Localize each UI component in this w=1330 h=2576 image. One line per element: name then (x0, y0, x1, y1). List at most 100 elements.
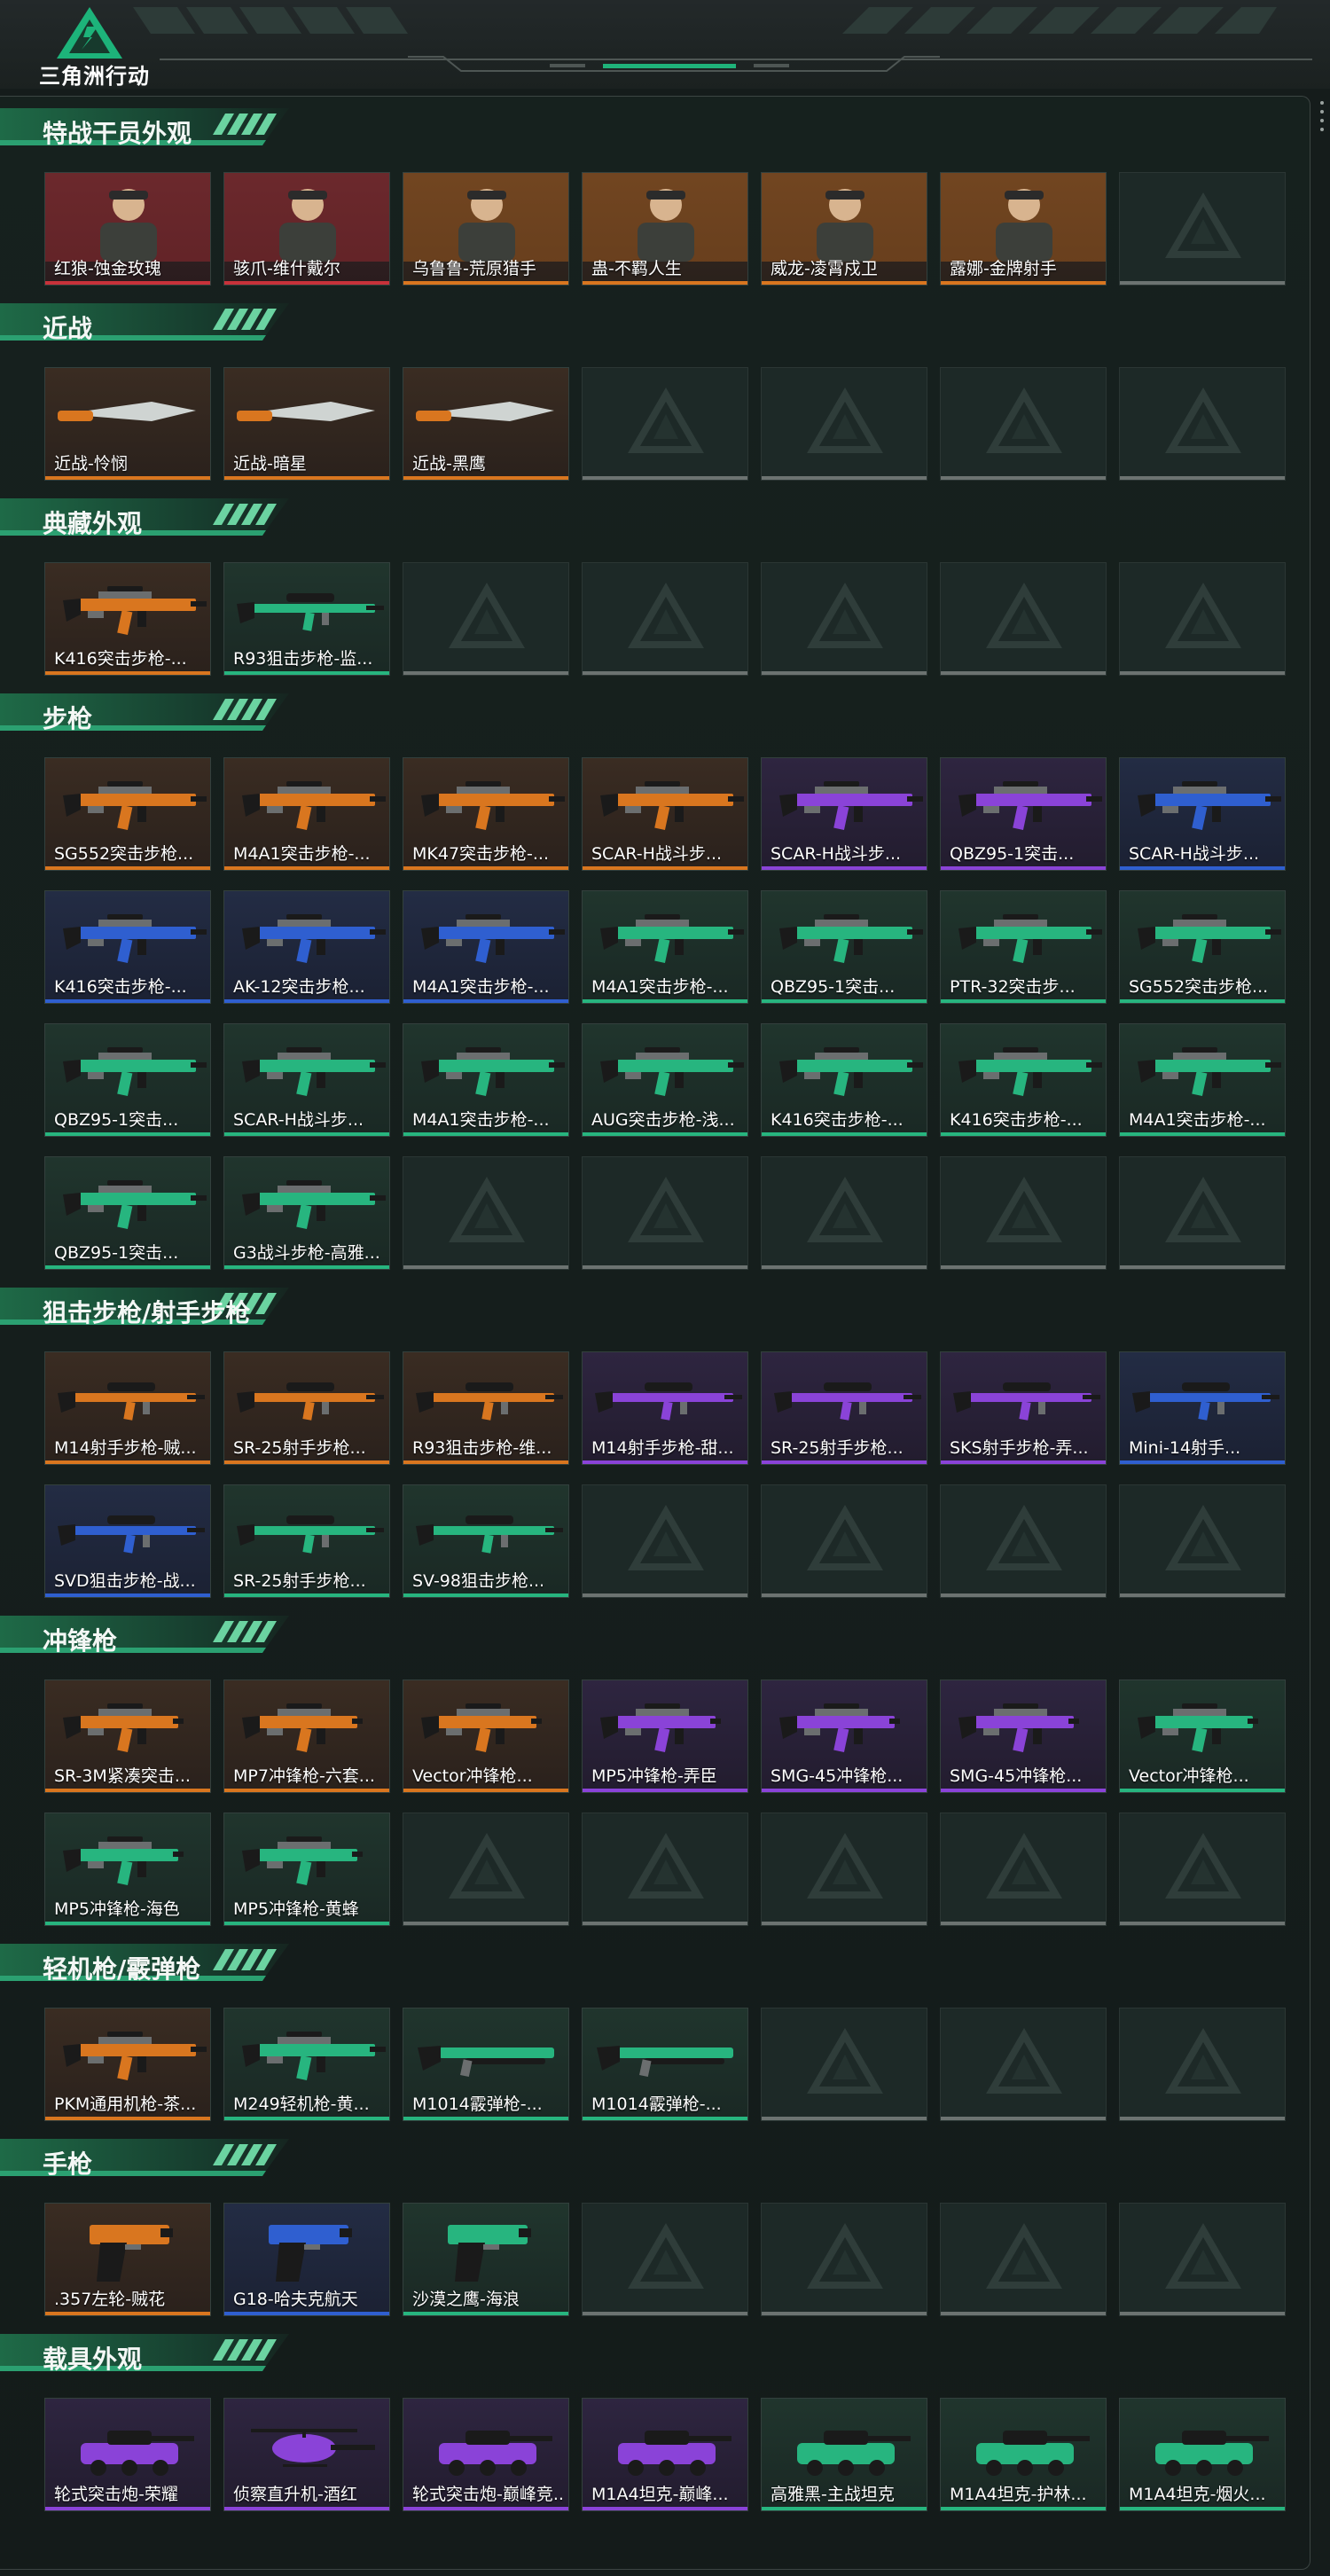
skin-card[interactable]: QBZ95-1突击... (44, 1023, 211, 1137)
skin-card[interactable]: AK-12突击步枪... (223, 890, 390, 1004)
skin-card[interactable]: G3战斗步枪-高雅... (223, 1156, 390, 1270)
skin-card[interactable]: SVD狙击步枪-战... (44, 1484, 211, 1598)
skin-card[interactable]: PKM通用机枪-茶... (44, 2008, 211, 2121)
skin-card[interactable]: 威龙-凌霄戍卫 (761, 172, 927, 286)
skin-card[interactable]: SG552突击步枪... (44, 757, 211, 871)
skin-card[interactable]: SCAR-H战斗步... (1119, 757, 1286, 871)
skin-card[interactable]: AUG突击步枪-浅... (582, 1023, 748, 1137)
skin-card[interactable]: R93狙击步枪-监... (223, 562, 390, 676)
rarity-bar (45, 1265, 210, 1269)
skin-name: SR-25射手步枪... (233, 1438, 366, 1458)
skin-name: G18-哈夫克航天 (233, 2290, 358, 2309)
skin-card[interactable]: QBZ95-1突击... (44, 1156, 211, 1270)
pistol-icon (224, 2204, 389, 2292)
skin-card[interactable]: PTR-32突击步... (940, 890, 1107, 1004)
skin-card[interactable]: M4A1突击步枪-... (403, 890, 569, 1004)
skin-name: Mini-14射手... (1129, 1438, 1241, 1458)
skin-card[interactable]: SMG-45冲锋枪... (940, 1679, 1107, 1793)
more-dots-icon (1320, 101, 1324, 131)
skin-card[interactable]: SCAR-H战斗步... (761, 757, 927, 871)
skin-name: MP5冲锋枪-海色 (54, 1899, 180, 1919)
skin-card[interactable]: M249轻机枪-黄... (223, 2008, 390, 2121)
skin-card[interactable]: 蛊-不羁人生 (582, 172, 748, 286)
skin-card[interactable]: 近战-暗星 (223, 367, 390, 481)
skin-name: 骇爪-维什戴尔 (233, 259, 340, 278)
skin-card[interactable]: M4A1突击步枪-... (223, 757, 390, 871)
skin-card[interactable]: M4A1突击步枪-... (1119, 1023, 1286, 1137)
skin-name: SR-25射手步枪... (233, 1571, 366, 1591)
skin-card[interactable]: M1014霰弹枪-... (403, 2008, 569, 2121)
rarity-bar (583, 999, 747, 1003)
rarity-bar (45, 1593, 210, 1597)
skin-card[interactable]: SV-98狙击步枪... (403, 1484, 569, 1598)
skin-card[interactable]: .357左轮-贼花 (44, 2203, 211, 2316)
rifle-icon (45, 758, 210, 847)
skin-card[interactable]: R93狙击步枪-维... (403, 1351, 569, 1465)
skin-card[interactable]: K416突击步枪-... (44, 890, 211, 1004)
skin-card[interactable]: M1014霰弹枪-... (582, 2008, 748, 2121)
skin-name: 高雅黑-主战坦克 (771, 2485, 895, 2504)
skin-card[interactable]: M14射手步枪-贼... (44, 1351, 211, 1465)
skin-card[interactable]: MK47突击步枪-... (403, 757, 569, 871)
skin-card[interactable]: 乌鲁鲁-荒原猎手 (403, 172, 569, 286)
skin-card[interactable]: K416突击步枪-... (44, 562, 211, 676)
empty-slot (582, 1156, 748, 1270)
skin-card[interactable]: SCAR-H战斗步... (223, 1023, 390, 1137)
skin-card[interactable]: 露娜-金牌射手 (940, 172, 1107, 286)
skin-card[interactable]: Vector冲锋枪... (1119, 1679, 1286, 1793)
rifle-icon (403, 891, 568, 980)
smg-icon (224, 1680, 389, 1769)
rifle-icon (45, 1024, 210, 1113)
empty-slot (1119, 2008, 1286, 2121)
skin-card[interactable]: M4A1突击步枪-... (582, 890, 748, 1004)
skin-card[interactable]: 沙漠之鹰-海浪 (403, 2203, 569, 2316)
skin-card[interactable]: G18-哈夫克航天 (223, 2203, 390, 2316)
skin-card[interactable]: 骇爪-维什戴尔 (223, 172, 390, 286)
skin-card[interactable]: M4A1突击步枪-... (403, 1023, 569, 1137)
sniper-icon (224, 1352, 389, 1441)
skin-card[interactable]: SCAR-H战斗步... (582, 757, 748, 871)
skin-card[interactable]: SG552突击步枪... (1119, 890, 1286, 1004)
scrollbar[interactable] (1318, 98, 1326, 2563)
skin-card[interactable]: K416突击步枪-... (761, 1023, 927, 1137)
skin-card[interactable]: MP5冲锋枪-海色 (44, 1813, 211, 1926)
skin-card[interactable]: SMG-45冲锋枪... (761, 1679, 927, 1793)
skin-card[interactable]: M14射手步枪-甜... (582, 1351, 748, 1465)
skin-card[interactable]: 轮式突击炮-荣耀 (44, 2398, 211, 2511)
rarity-bar (1120, 1132, 1285, 1136)
skin-card[interactable]: 近战-黑鹰 (403, 367, 569, 481)
skin-card[interactable]: Mini-14射手... (1119, 1351, 1286, 1465)
skin-card[interactable]: QBZ95-1突击... (940, 757, 1107, 871)
skin-card[interactable]: Vector冲锋枪... (403, 1679, 569, 1793)
skin-card[interactable]: 侦察直升机-酒红 (223, 2398, 390, 2511)
skin-card[interactable]: M1A4坦克-护林... (940, 2398, 1107, 2511)
skin-card[interactable]: 红狼-蚀金玫瑰 (44, 172, 211, 286)
header-center-decoration (408, 56, 940, 72)
skin-card[interactable]: 高雅黑-主战坦克 (761, 2398, 927, 2511)
skin-card[interactable]: MP5冲锋枪-黄蜂 (223, 1813, 390, 1926)
rifle-icon (1120, 1024, 1285, 1113)
skin-card[interactable]: SR-25射手步枪... (761, 1351, 927, 1465)
skin-name: M14射手步枪-贼... (54, 1438, 197, 1458)
section-label: 典藏外观 (43, 509, 143, 538)
tank-icon (583, 2399, 747, 2487)
skin-card[interactable]: 轮式突击炮-巅峰竞... (403, 2398, 569, 2511)
skin-card[interactable]: SR-25射手步枪... (223, 1484, 390, 1598)
skin-card[interactable]: 近战-怜悯 (44, 367, 211, 481)
delta-placeholder-icon (1120, 2204, 1285, 2315)
skin-card[interactable]: M1A4坦克-烟火... (1119, 2398, 1286, 2511)
skin-card[interactable]: MP5冲锋枪-弄臣 (582, 1679, 748, 1793)
skin-card[interactable]: QBZ95-1突击... (761, 890, 927, 1004)
skin-card[interactable]: SKS射手步枪-弄... (940, 1351, 1107, 1465)
skin-card[interactable]: SR-3M紧凑突击... (44, 1679, 211, 1793)
rifle-icon (583, 1024, 747, 1113)
skin-name: K416突击步枪-... (950, 1110, 1083, 1130)
skin-card[interactable]: MP7冲锋枪-六套... (223, 1679, 390, 1793)
skin-name: M4A1突击步枪-... (412, 977, 550, 997)
rifle-icon (583, 891, 747, 980)
skin-card[interactable]: SR-25射手步枪... (223, 1351, 390, 1465)
skin-card[interactable]: M1A4坦克-巅峰... (582, 2398, 748, 2511)
skin-card[interactable]: K416突击步枪-... (940, 1023, 1107, 1137)
rarity-bar (1120, 476, 1285, 480)
operator-portrait-icon (941, 173, 1106, 262)
